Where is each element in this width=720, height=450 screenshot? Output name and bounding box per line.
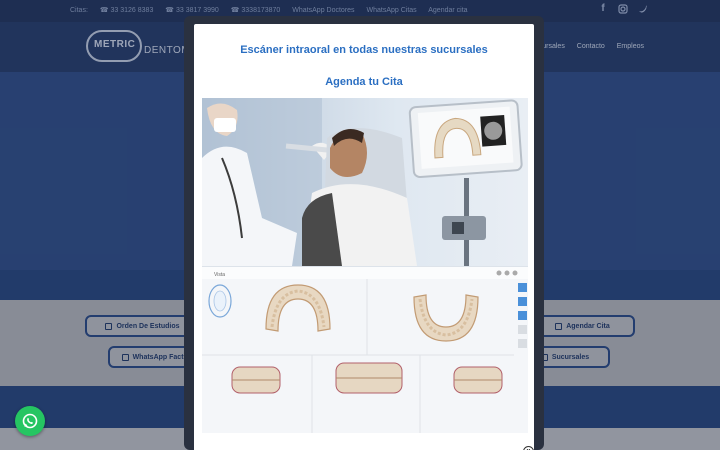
intraoral-scanner-photo xyxy=(202,98,528,266)
modal-subtitle[interactable]: Agenda tu Cita xyxy=(194,76,534,88)
modal-content: Escáner intraoral en todas nuestras sucu… xyxy=(194,24,534,450)
modal-title: Escáner intraoral en todas nuestras sucu… xyxy=(240,44,488,56)
close-modal-button[interactable]: x xyxy=(523,446,534,450)
promo-modal: Escáner intraoral en todas nuestras sucu… xyxy=(184,16,544,450)
scan-software-preview: Vista xyxy=(202,266,528,433)
whatsapp-icon xyxy=(22,413,38,429)
scan-header-label: Vista xyxy=(214,272,225,278)
whatsapp-chat-button[interactable] xyxy=(15,406,45,436)
